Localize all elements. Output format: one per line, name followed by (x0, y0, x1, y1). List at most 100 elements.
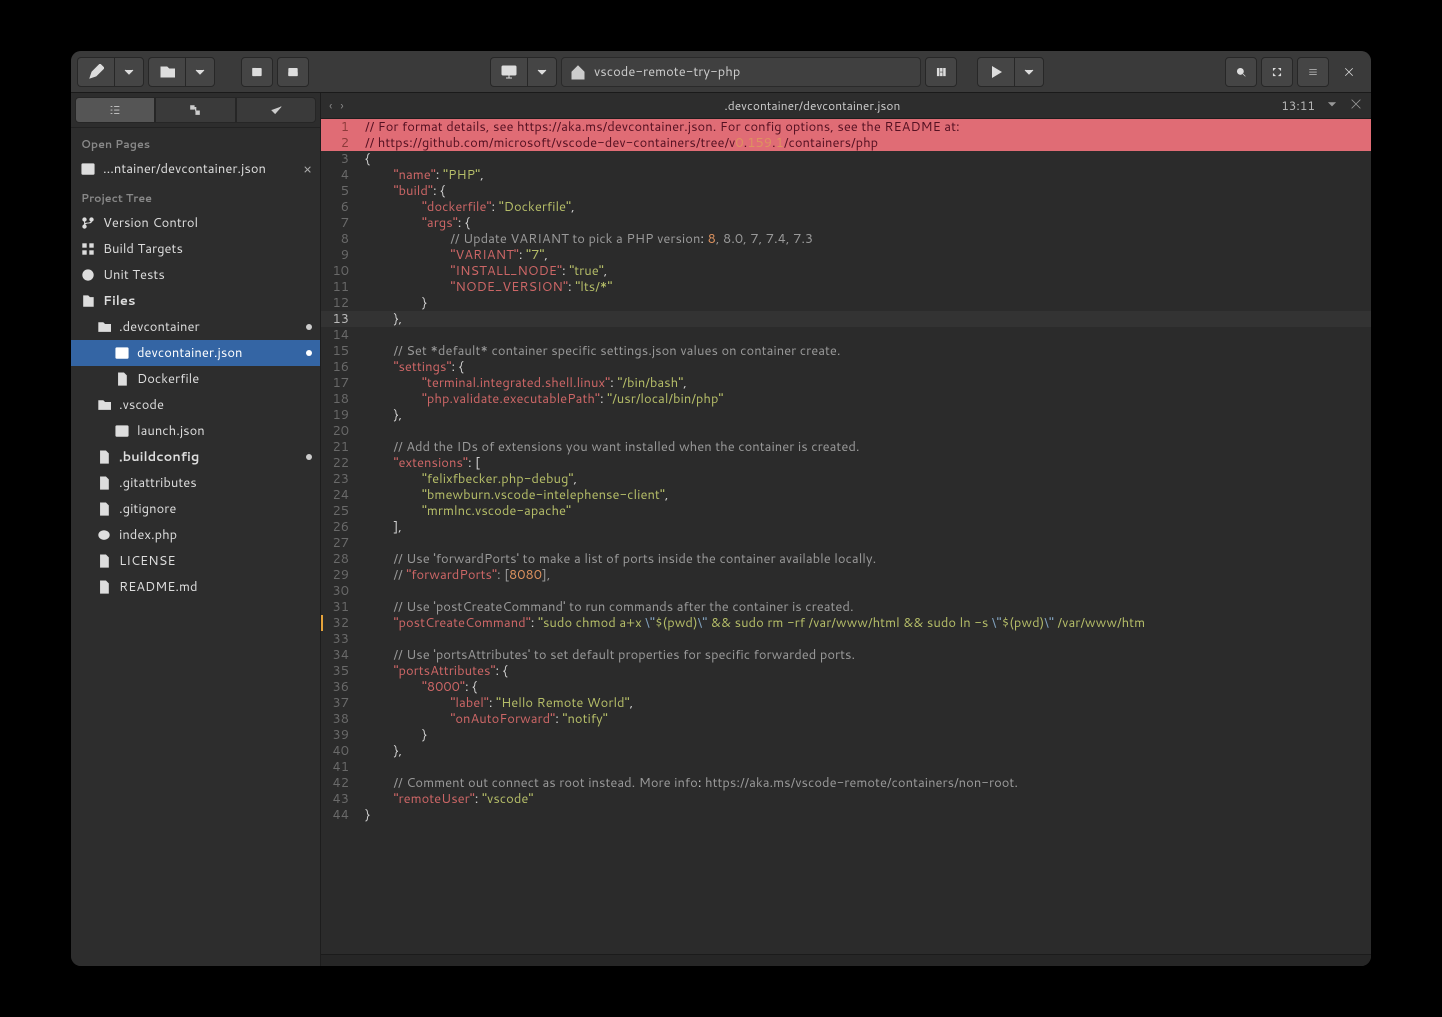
file-tree-item[interactable]: LICENSE (71, 548, 320, 574)
close-icon[interactable]: × (303, 159, 312, 179)
file-tree-item[interactable]: .gitignore (71, 496, 320, 522)
code-line[interactable]: 15 // Set *default* container specific s… (321, 343, 1371, 359)
tree-section-unit-tests[interactable]: Unit Tests (71, 262, 320, 288)
file-tree-item[interactable]: .vscode (71, 392, 320, 418)
file-tree-item[interactable]: Dockerfile (71, 366, 320, 392)
code-text: // For format details, see https://aka.m… (361, 119, 1371, 135)
hamburger-menu-button[interactable] (1297, 57, 1329, 87)
document-close-button[interactable] (1349, 97, 1363, 115)
code-line[interactable]: 39 } (321, 727, 1371, 743)
line-number: 17 (321, 375, 361, 391)
file-tree-item[interactable]: .buildconfig (71, 444, 320, 470)
code-line[interactable]: 40 }, (321, 743, 1371, 759)
code-line[interactable]: 4 "name": "PHP", (321, 167, 1371, 183)
code-line[interactable]: 23 "felixfbecker.php-debug", (321, 471, 1371, 487)
document-header: ‹ › .devcontainer/devcontainer.json 13:1… (321, 93, 1371, 119)
open-page-item[interactable]: ...ntainer/devcontainer.json× (71, 156, 320, 182)
code-line[interactable]: 2// https://github.com/microsoft/vscode-… (321, 135, 1371, 151)
code-text: "NODE_VERSION": "lts/*" (361, 279, 1371, 295)
open-menu-button[interactable] (185, 57, 215, 87)
code-line[interactable]: 3{ (321, 151, 1371, 167)
fullscreen-button[interactable] (1261, 57, 1293, 87)
code-editor[interactable]: 1// For format details, see https://aka.… (321, 119, 1371, 954)
horizontal-scrollbar[interactable] (321, 954, 1371, 966)
code-line[interactable]: 38 "onAutoForward": "notify" (321, 711, 1371, 727)
tree-section-build-targets[interactable]: Build Targets (71, 236, 320, 262)
document-options-button[interactable] (1325, 97, 1339, 115)
code-line[interactable]: 26 ], (321, 519, 1371, 535)
code-line[interactable]: 35 "portsAttributes": { (321, 663, 1371, 679)
device-menu-button[interactable] (527, 57, 557, 87)
line-number: 1 (321, 119, 361, 135)
code-text: } (361, 727, 1371, 743)
code-line[interactable]: 22 "extensions": [ (321, 455, 1371, 471)
edit-menu-button[interactable] (114, 57, 144, 87)
php-icon (97, 528, 111, 542)
code-line[interactable]: 25 "mrmlnc.vscode-apache" (321, 503, 1371, 519)
code-line[interactable]: 1// For format details, see https://aka.… (321, 119, 1371, 135)
code-line[interactable]: 19 }, (321, 407, 1371, 423)
code-line[interactable]: 34 // Use 'portsAttributes' to set defau… (321, 647, 1371, 663)
code-line[interactable]: 36 "8000": { (321, 679, 1371, 695)
sidebar-view-tree-button[interactable] (155, 97, 235, 123)
sidebar-view-list-button[interactable] (75, 97, 155, 123)
toggle-left-panel-button[interactable] (241, 57, 273, 87)
file-tree-item[interactable]: devcontainer.json (71, 340, 320, 366)
code-text: "remoteUser": "vscode" (361, 791, 1371, 807)
run-button[interactable] (977, 57, 1014, 87)
window-close-button[interactable] (1333, 57, 1365, 87)
code-line[interactable]: 27 (321, 535, 1371, 551)
file-tree-item[interactable]: .gitattributes (71, 470, 320, 496)
code-line[interactable]: 32 "postCreateCommand": "sudo chmod a+x … (321, 615, 1371, 631)
omnibar[interactable]: vscode-remote-try-php (561, 57, 921, 87)
device-button[interactable] (490, 57, 527, 87)
file-tree-item[interactable]: README.md (71, 574, 320, 600)
code-text: "onAutoForward": "notify" (361, 711, 1371, 727)
code-line[interactable]: 7 "args": { (321, 215, 1371, 231)
code-line[interactable]: 21 // Add the IDs of extensions you want… (321, 439, 1371, 455)
code-line[interactable]: 43 "remoteUser": "vscode" (321, 791, 1371, 807)
tree-section-label: Build Targets (103, 240, 312, 258)
sidebar-view-todo-button[interactable] (236, 97, 316, 123)
line-number: 26 (321, 519, 361, 535)
code-line[interactable]: 9 "VARIANT": "7", (321, 247, 1371, 263)
code-line[interactable]: 29 // "forwardPorts": [8080], (321, 567, 1371, 583)
code-line[interactable]: 30 (321, 583, 1371, 599)
code-line[interactable]: 42 // Comment out connect as root instea… (321, 775, 1371, 791)
line-number: 41 (321, 759, 361, 775)
code-line[interactable]: 44} (321, 807, 1371, 823)
code-line[interactable]: 20 (321, 423, 1371, 439)
code-line[interactable]: 13 }, (321, 311, 1371, 327)
open-button[interactable] (148, 57, 185, 87)
search-button[interactable] (1225, 57, 1257, 87)
code-line[interactable]: 33 (321, 631, 1371, 647)
code-line[interactable]: 41 (321, 759, 1371, 775)
code-line[interactable]: 18 "php.validate.executablePath": "/usr/… (321, 391, 1371, 407)
build-config-button[interactable] (925, 57, 957, 87)
code-line[interactable]: 12 } (321, 295, 1371, 311)
nav-back-button[interactable]: ‹ (329, 97, 332, 114)
code-line[interactable]: 28 // Use 'forwardPorts' to make a list … (321, 551, 1371, 567)
code-line[interactable]: 14 (321, 327, 1371, 343)
code-line[interactable]: 31 // Use 'postCreateCommand' to run com… (321, 599, 1371, 615)
code-line[interactable]: 37 "label": "Hello Remote World", (321, 695, 1371, 711)
tree-section-files[interactable]: Files (71, 288, 320, 314)
nav-forward-button[interactable]: › (340, 97, 343, 114)
file-tree-item[interactable]: index.php (71, 522, 320, 548)
code-line[interactable]: 16 "settings": { (321, 359, 1371, 375)
code-line[interactable]: 6 "dockerfile": "Dockerfile", (321, 199, 1371, 215)
code-line[interactable]: 10 "INSTALL_NODE": "true", (321, 263, 1371, 279)
code-line[interactable]: 17 "terminal.integrated.shell.linux": "/… (321, 375, 1371, 391)
code-line[interactable]: 5 "build": { (321, 183, 1371, 199)
file-icon (97, 476, 111, 490)
tree-section-version-control[interactable]: Version Control (71, 210, 320, 236)
code-line[interactable]: 24 "bmewburn.vscode-intelephense-client"… (321, 487, 1371, 503)
code-line[interactable]: 11 "NODE_VERSION": "lts/*" (321, 279, 1371, 295)
code-line[interactable]: 8 // Update VARIANT to pick a PHP versio… (321, 231, 1371, 247)
run-menu-button[interactable] (1014, 57, 1044, 87)
file-tree-item[interactable]: launch.json (71, 418, 320, 444)
edit-button[interactable] (77, 57, 114, 87)
line-number: 16 (321, 359, 361, 375)
file-tree-item[interactable]: .devcontainer (71, 314, 320, 340)
toggle-bottom-panel-button[interactable] (277, 57, 309, 87)
